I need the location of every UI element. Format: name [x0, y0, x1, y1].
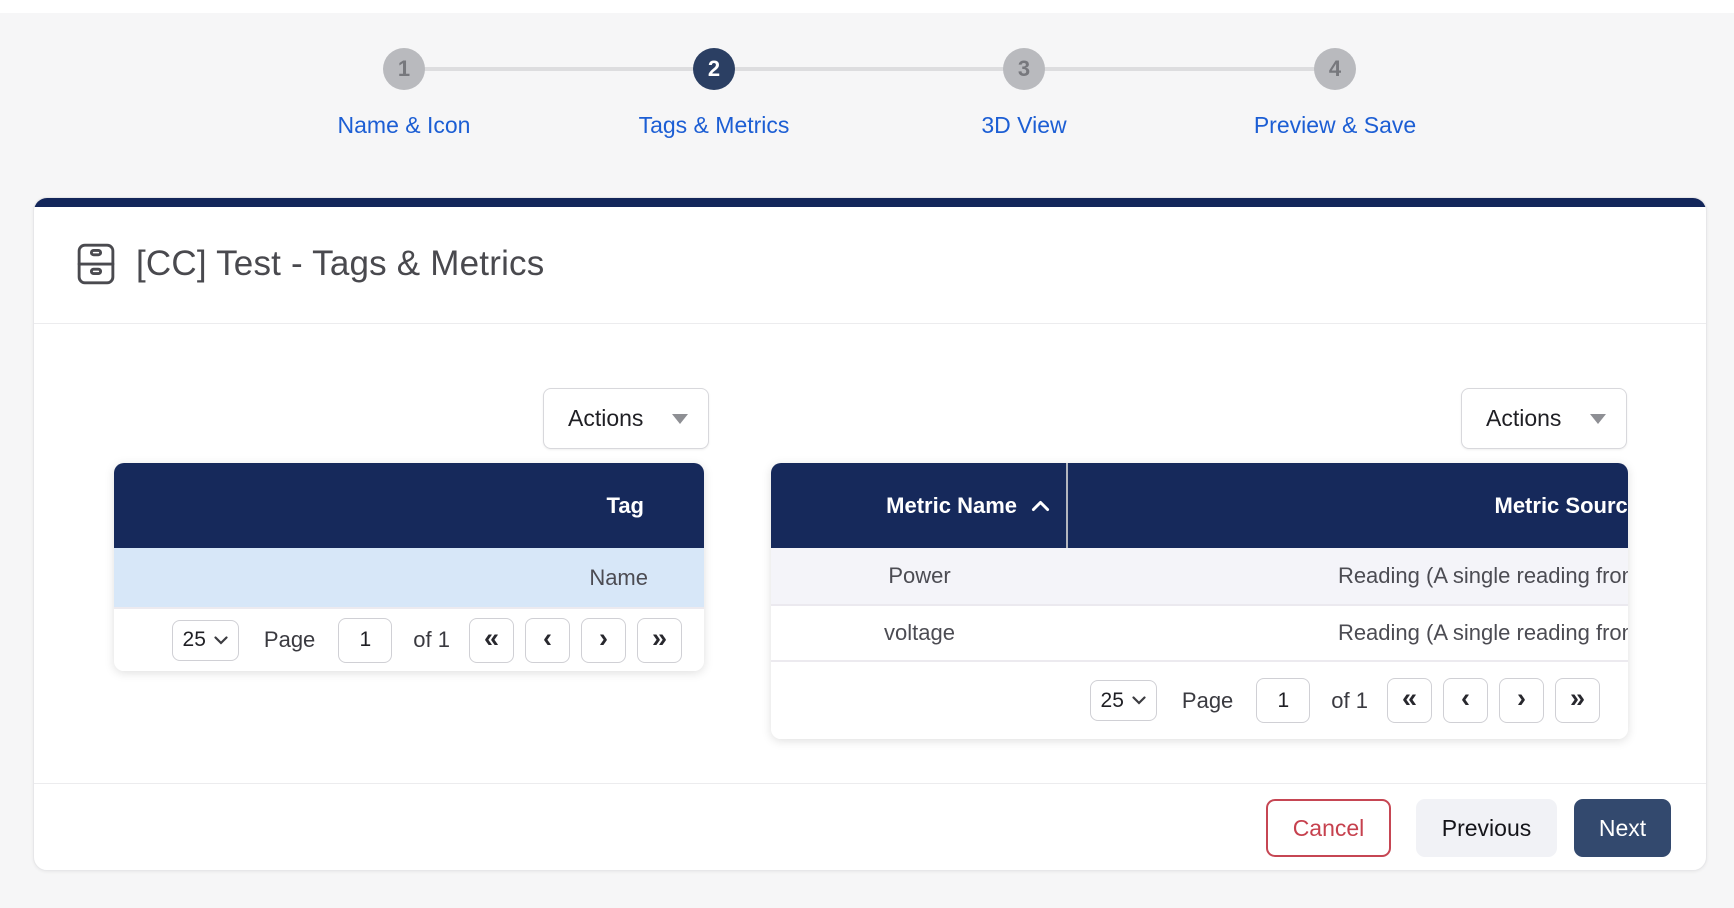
step-label-preview-save[interactable]: Preview & Save — [1175, 112, 1495, 139]
footer-divider — [34, 783, 1706, 784]
card-header: [CC] Test - Tags & Metrics — [73, 240, 544, 288]
header-divider — [34, 323, 1706, 324]
chevron-left-icon: ‹ — [543, 625, 552, 652]
metrics-prev-page-button[interactable]: ‹ — [1443, 678, 1488, 723]
wizard-card: [CC] Test - Tags & Metrics Actions Actio… — [33, 197, 1707, 871]
step-label-3d-view[interactable]: 3D View — [864, 112, 1184, 139]
metric-source-column-header[interactable]: Metric Source — [1068, 493, 1628, 519]
step-circle-1[interactable]: 1 — [383, 48, 425, 90]
metrics-first-page-button[interactable]: « — [1387, 678, 1432, 723]
tags-actions-dropdown[interactable]: Actions — [543, 388, 709, 449]
table-row-power[interactable]: Power Reading (A single reading from — [771, 548, 1628, 604]
metrics-table-pagination: 25 Page of 1 « ‹ › » — [771, 660, 1628, 739]
page-label: Page — [264, 627, 315, 653]
page-title: [CC] Test - Tags & Metrics — [136, 244, 544, 284]
metrics-last-page-button[interactable]: » — [1555, 678, 1600, 723]
metrics-next-page-button[interactable]: › — [1499, 678, 1544, 723]
cancel-button[interactable]: Cancel — [1266, 799, 1391, 857]
metric-name-cell: voltage — [771, 620, 1068, 646]
tags-page-size-select[interactable]: 25 — [172, 620, 239, 661]
table-row-voltage[interactable]: voltage Reading (A single reading from — [771, 604, 1628, 660]
metrics-table-header: Metric Name Metric Source — [771, 463, 1628, 548]
double-chevron-left-icon: « — [1402, 685, 1417, 712]
double-chevron-right-icon: » — [652, 625, 667, 652]
page-size-value: 25 — [183, 628, 206, 652]
caret-down-icon — [1590, 414, 1606, 424]
step-circle-4[interactable]: 4 — [1314, 48, 1356, 90]
drawers-icon — [73, 240, 119, 288]
tags-page-number-input[interactable] — [338, 618, 392, 663]
metrics-page-number-input[interactable] — [1256, 678, 1310, 723]
tag-column-header[interactable]: Tag — [607, 493, 644, 519]
tags-prev-page-button[interactable]: ‹ — [525, 618, 570, 663]
page-size-value: 25 — [1101, 689, 1124, 713]
metrics-actions-dropdown[interactable]: Actions — [1461, 388, 1627, 449]
step-label-name-icon[interactable]: Name & Icon — [244, 112, 564, 139]
metrics-page-size-select[interactable]: 25 — [1090, 680, 1157, 721]
metric-name-header-label: Metric Name — [886, 493, 1017, 519]
wizard-footer-buttons: Cancel Previous Next — [1266, 799, 1671, 857]
tags-table-pagination: 25 Page of 1 « ‹ › » — [114, 607, 704, 671]
double-chevron-left-icon: « — [484, 625, 499, 652]
table-row-name[interactable]: Name — [114, 548, 704, 607]
top-strip — [0, 0, 1734, 13]
chevron-right-icon: › — [599, 625, 608, 652]
sort-ascending-icon — [1031, 500, 1050, 512]
chevron-left-icon: ‹ — [1461, 685, 1470, 712]
card-top-accent — [34, 198, 1706, 207]
metrics-table-scroll-content: Metric Name Metric Source Power Reading … — [771, 463, 1628, 660]
metric-source-cell: Reading (A single reading from — [1068, 563, 1628, 589]
tag-cell-name: Name — [589, 565, 648, 591]
metric-name-cell: Power — [771, 563, 1068, 589]
chevron-right-icon: › — [1517, 685, 1526, 712]
next-button[interactable]: Next — [1574, 799, 1671, 857]
caret-down-icon — [672, 414, 688, 424]
stepper-connector-line — [404, 67, 1335, 71]
page-of-label: of 1 — [1331, 688, 1368, 714]
tags-table: Tag Name 25 Page of 1 « ‹ › » — [114, 463, 704, 671]
metric-source-cell: Reading (A single reading from — [1068, 620, 1628, 646]
tags-first-page-button[interactable]: « — [469, 618, 514, 663]
step-circle-2-active[interactable]: 2 — [693, 48, 735, 90]
metrics-table: Metric Name Metric Source Power Reading … — [771, 463, 1628, 739]
double-chevron-right-icon: » — [1570, 685, 1585, 712]
tags-last-page-button[interactable]: » — [637, 618, 682, 663]
metric-source-header-label: Metric Source — [1495, 493, 1629, 519]
tags-actions-label: Actions — [568, 405, 643, 432]
chevron-down-icon — [1132, 696, 1146, 705]
step-label-tags-metrics[interactable]: Tags & Metrics — [554, 112, 874, 139]
previous-button[interactable]: Previous — [1416, 799, 1557, 857]
page-of-label: of 1 — [413, 627, 450, 653]
page-label: Page — [1182, 688, 1233, 714]
metric-name-column-header[interactable]: Metric Name — [771, 463, 1068, 548]
step-circle-3[interactable]: 3 — [1003, 48, 1045, 90]
tags-table-header[interactable]: Tag — [114, 463, 704, 548]
metrics-actions-label: Actions — [1486, 405, 1561, 432]
chevron-down-icon — [214, 636, 228, 645]
tags-next-page-button[interactable]: › — [581, 618, 626, 663]
